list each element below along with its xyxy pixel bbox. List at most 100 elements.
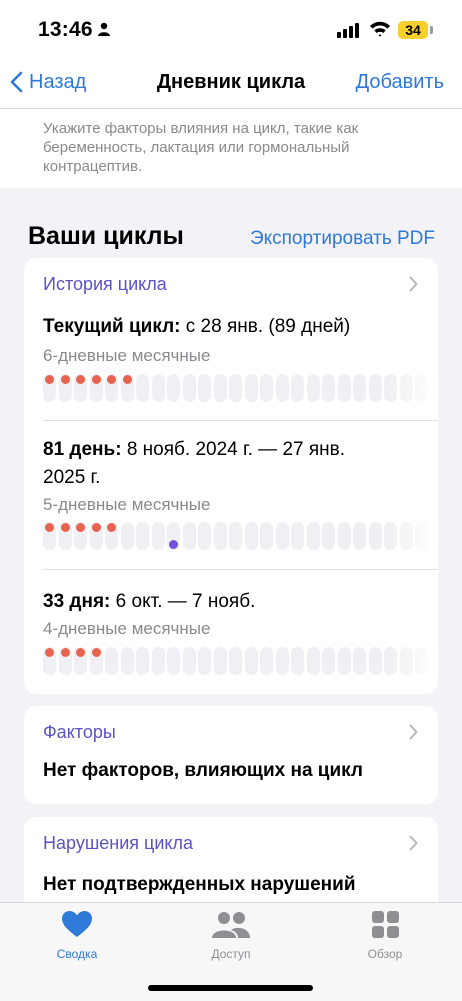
day-slot [120, 374, 134, 402]
day-slot [198, 647, 211, 675]
period-day-dot [76, 375, 85, 384]
chevron-right-icon [409, 724, 418, 740]
tab-label: Доступ [211, 947, 251, 961]
day-slot [306, 374, 320, 402]
chevron-left-icon [10, 71, 23, 93]
day-slot [275, 647, 289, 675]
day-slot [136, 374, 149, 402]
day-slot [213, 374, 227, 402]
day-slot [89, 522, 103, 550]
day-slot [337, 374, 351, 402]
grid-icon [371, 911, 399, 938]
day-slot [322, 522, 335, 550]
irregularities-text: Нет подтвержденных нарушений [43, 874, 356, 895]
day-slot [260, 647, 273, 675]
back-button[interactable]: Назад [10, 68, 86, 96]
period-length: 4-дневные месячные [43, 619, 211, 638]
day-slot [43, 522, 56, 550]
day-slot [105, 522, 118, 550]
day-slot [213, 522, 227, 550]
day-slot [368, 374, 382, 402]
period-day-dot [60, 375, 70, 384]
battery-tip [430, 26, 433, 34]
battery-indicator: 34 [398, 21, 428, 39]
factors-note-card: Укажите факторы влияния на цикл, такие к… [0, 109, 462, 188]
period-length: 6-дневные месячные [43, 346, 211, 365]
day-slot [182, 374, 196, 402]
day-slot [182, 647, 196, 675]
day-slot [58, 374, 72, 402]
day-slot [151, 647, 165, 675]
track-fade [388, 647, 438, 675]
day-slot [74, 374, 87, 402]
day-slot [337, 522, 351, 550]
period-day-dot [91, 648, 101, 657]
period-day-dot [60, 648, 70, 657]
factors-header: Факторы [43, 722, 116, 742]
day-slot [322, 374, 335, 402]
day-slot [43, 647, 56, 675]
period-day-dot [107, 375, 116, 384]
cycle-history-header: История цикла [43, 274, 167, 294]
period-day-dot [76, 523, 85, 532]
day-slot [229, 374, 242, 402]
day-slot [244, 647, 258, 675]
tab-browse[interactable]: Обзор [325, 911, 445, 961]
person-icon [98, 22, 110, 36]
day-slot [136, 647, 149, 675]
cycle-days-track [43, 522, 438, 550]
day-slot [43, 374, 56, 402]
day-slot [120, 647, 134, 675]
day-slot [275, 374, 289, 402]
day-slot [306, 522, 320, 550]
day-slot [244, 522, 258, 550]
day-slot [353, 374, 366, 402]
day-slot [182, 522, 196, 550]
factors-card[interactable]: Факторы Нет факторов, влияющих на цикл [24, 706, 438, 804]
divider [43, 420, 438, 421]
cycle-history-card[interactable]: История цикла Текущий цикл: с 28 янв. (8… [24, 258, 438, 694]
period-length: 5-дневные месячные [43, 495, 211, 514]
status-time: 13:46 [38, 18, 93, 41]
day-slot [120, 522, 134, 550]
navigation-bar: Назад Дневник цикла Добавить [0, 58, 462, 109]
day-slot [167, 522, 180, 550]
tab-label: Обзор [367, 947, 403, 961]
day-slot [291, 522, 304, 550]
day-slot [353, 522, 366, 550]
cycle-range: 6 окт. — 7 нояб. [115, 591, 256, 612]
people-icon [212, 912, 250, 938]
day-slot [368, 647, 382, 675]
day-slot [260, 522, 273, 550]
period-day-dot [45, 523, 54, 532]
cycle-days-track [43, 374, 438, 402]
cycle-length-label: 33 дня: [43, 591, 111, 612]
tab-summary[interactable]: Сводка [17, 911, 137, 961]
day-slot [151, 374, 165, 402]
day-slot [74, 647, 87, 675]
day-slot [89, 374, 103, 402]
export-pdf-link[interactable]: Экспортировать PDF [250, 228, 435, 250]
tab-sharing[interactable]: Доступ [171, 911, 291, 961]
day-slot [198, 522, 211, 550]
signal-icon [337, 23, 359, 38]
day-slot [368, 522, 382, 550]
chevron-right-icon [409, 835, 418, 851]
day-slot [291, 374, 304, 402]
chevron-right-icon [409, 276, 418, 292]
period-day-dot [45, 375, 54, 384]
cycle-days-track [43, 647, 438, 675]
day-slot [151, 522, 165, 550]
day-slot [291, 647, 304, 675]
day-slot [136, 522, 149, 550]
add-button[interactable]: Добавить [356, 71, 444, 94]
back-label: Назад [29, 70, 87, 93]
day-slot [58, 522, 72, 550]
period-day-dot [107, 523, 116, 532]
heart-icon [62, 911, 92, 937]
divider [43, 569, 438, 570]
day-slot [275, 522, 289, 550]
day-slot [322, 647, 335, 675]
status-bar: 13:46 34 [0, 0, 462, 58]
cycle-range: с 28 янв. (89 дней) [185, 316, 351, 337]
